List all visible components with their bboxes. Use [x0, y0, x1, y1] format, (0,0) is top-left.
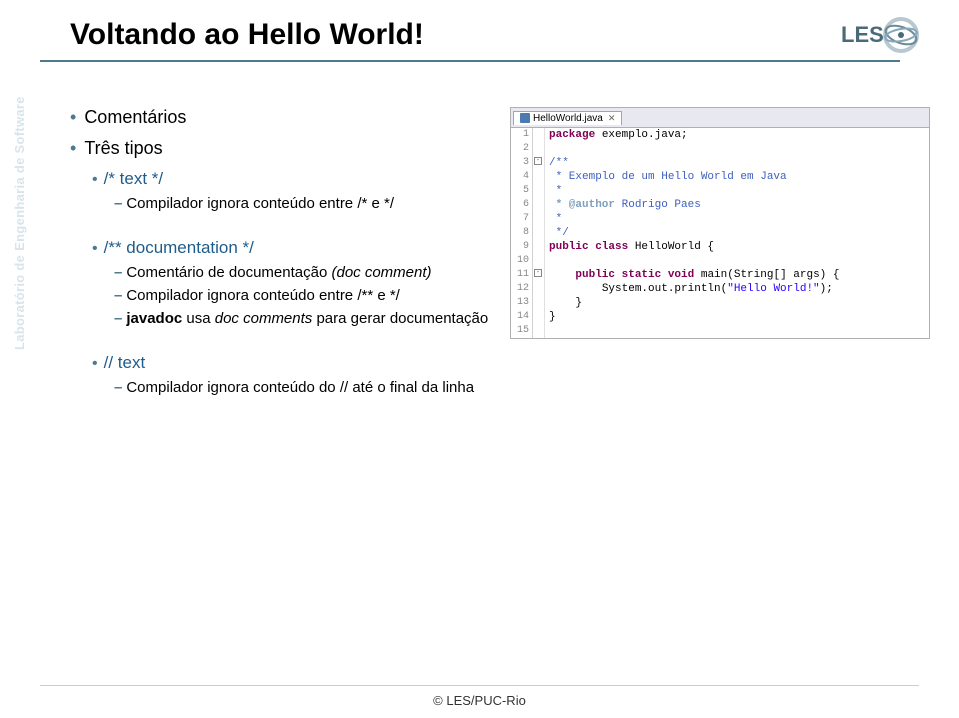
fold-icon[interactable]: -: [534, 157, 542, 165]
b-type1-sub: –Compilador ignora conteúdo entre /* e *…: [114, 195, 490, 212]
slide-title: Voltando ao Hello World!: [70, 18, 919, 52]
editor-tabbar: HelloWorld.java ✕: [511, 108, 929, 128]
svg-text:LES: LES: [841, 22, 884, 47]
editor-tab[interactable]: HelloWorld.java ✕: [513, 111, 622, 125]
title-underline: [40, 60, 900, 62]
b-type1-head: •/* text */: [92, 169, 490, 189]
fold-gutter: - -: [533, 128, 545, 338]
b-comentarios: Comentários: [84, 107, 186, 127]
b-type2-s3: –javadoc usa doc comments para gerar doc…: [114, 310, 490, 327]
bullet-content: •Comentários •Três tipos •/* text */ –Co…: [70, 107, 490, 402]
b-type3-head: •// text: [92, 353, 490, 373]
code-editor-screenshot: HelloWorld.java ✕ 123456789101112131415 …: [510, 107, 919, 402]
b-type2-head: •/** documentation */: [92, 238, 490, 258]
java-file-icon: [520, 113, 530, 123]
b-type2-s2: –Compilador ignora conteúdo entre /** e …: [114, 287, 490, 304]
fold-icon[interactable]: -: [534, 269, 542, 277]
sidebar-label: Laboratório de Engenharia de Software: [12, 96, 27, 350]
code-lines: package exemplo.java; /** * Exemplo de u…: [545, 128, 929, 338]
les-logo: LES: [839, 10, 934, 60]
close-icon[interactable]: ✕: [608, 113, 616, 124]
footer-text: © LES/PUC-Rio: [0, 693, 959, 708]
b-tres-tipos: Três tipos: [84, 138, 162, 158]
footer-divider: [40, 685, 919, 686]
b-type2-s1: –Comentário de documentação (doc comment…: [114, 264, 490, 281]
b-type3-sub: –Compilador ignora conteúdo do // até o …: [114, 379, 490, 396]
line-numbers: 123456789101112131415: [511, 128, 533, 338]
tab-label: HelloWorld.java: [533, 113, 603, 124]
